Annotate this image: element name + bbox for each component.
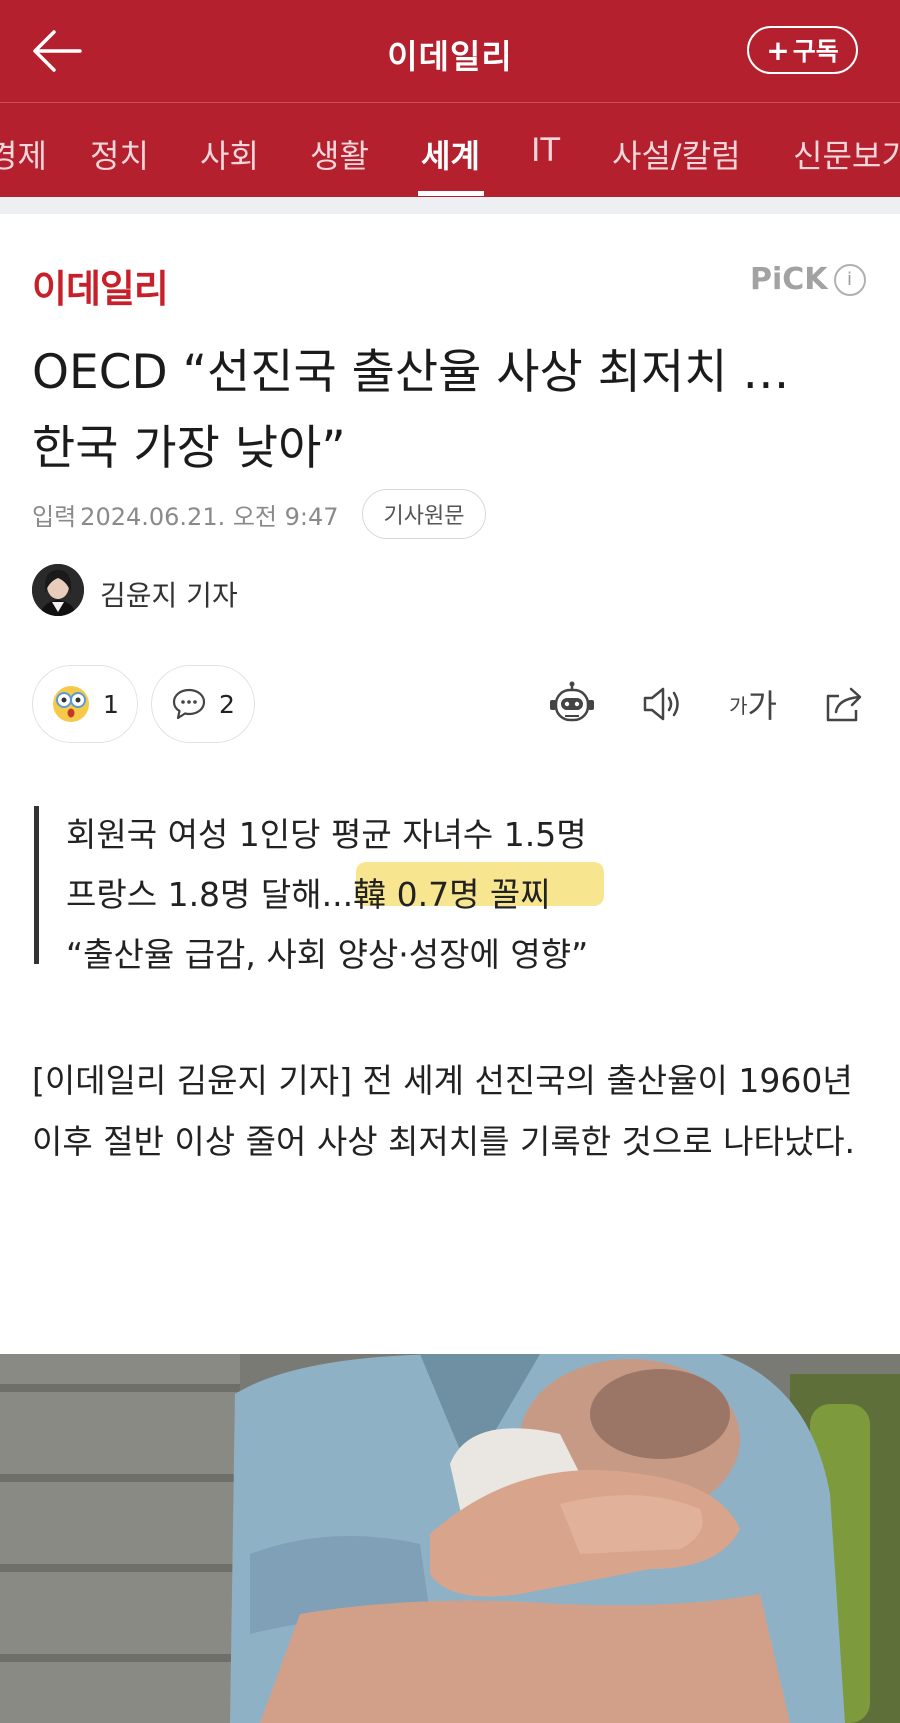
active-tab-indicator [418,191,484,196]
comment-button[interactable]: 2 [151,665,255,743]
summary-line-3: “출산율 급감, 사회 양상·성장에 영향” [66,935,589,974]
article-headline: OECD “선진국 출산율 사상 최저치 … 한국 가장 낮아” [32,335,882,487]
reporter-name[interactable]: 김윤지 기자 [100,574,238,614]
plus-icon: + [766,33,790,67]
ai-summary-button[interactable] [544,676,600,732]
nav-item-politics[interactable]: 정치 [90,131,149,177]
nav-item-world[interactable]: 세계 [421,131,480,177]
surprised-emoji-icon [53,686,90,722]
avatar[interactable] [32,564,84,616]
comment-count: 2 [219,689,235,719]
reporter-photo [32,564,84,616]
dateline: 입력 2024.06.21. 오전 9:47 [32,497,339,532]
article-photo[interactable] [0,1354,900,1723]
speaker-icon [643,687,679,721]
comment-icon [172,688,206,720]
info-icon: i [833,263,866,296]
robot-icon [550,681,594,722]
tts-button[interactable] [634,676,690,732]
subscribe-button[interactable]: + 구독 [747,26,858,74]
pick-label: PiCK [750,262,828,297]
share-button[interactable] [816,676,872,732]
app-header: 이데일리 + 구독 경제 정치 사회 생활 세계 IT 사설/칼럼 신문보기 [0,0,900,197]
headline-line-1: OECD “선진국 출산율 사상 최저치 … [32,345,790,400]
original-article-button[interactable]: 기사원문 [362,489,486,539]
summary-highlighted-text: 韓 0.7명 꼴찌 [353,875,551,914]
nav-item-editorial[interactable]: 사설/칼럼 [612,131,741,177]
summary-line-1: 회원국 여성 1인당 평균 자녀수 1.5명 [66,815,587,854]
top-bar: 이데일리 + 구독 [0,0,900,102]
font-size-button[interactable]: 가가 [722,676,784,732]
subscribe-label: 구독 [792,37,839,66]
date-value: 2024.06.21. 오전 9:47 [80,503,339,531]
nav-item-life[interactable]: 생활 [310,131,369,177]
font-small-glyph: 가 [729,693,748,718]
reaction-count: 1 [103,689,119,719]
summary-quote-bar [34,806,39,964]
nav-item-economy[interactable]: 경제 [0,131,47,177]
summary-line-2: 프랑스 1.8명 달해...韓 0.7명 꼴찌 [66,868,551,916]
newborn-photo [0,1354,900,1723]
nav-item-newspaper[interactable]: 신문보기 [793,131,900,177]
section-gap [0,197,900,214]
share-icon [826,687,862,722]
headline-line-2: 한국 가장 낮아” [32,421,346,476]
pick-badge[interactable]: PiCK i [750,262,866,297]
font-large-glyph: 가 [747,687,777,725]
summary-line-2-prefix: 프랑스 1.8명 달해... [66,875,354,914]
date-prefix: 입력 [32,503,77,531]
nav-item-it[interactable]: IT [531,131,560,169]
reaction-button[interactable]: 1 [32,665,138,743]
article-body-paragraph: [이데일리 김윤지 기자] 전 세계 선진국의 출산율이 1960년 이후 절반… [32,1061,856,1161]
nav-item-society[interactable]: 사회 [200,131,259,177]
category-nav: 경제 정치 사회 생활 세계 IT 사설/칼럼 신문보기 [0,103,900,197]
press-logo[interactable]: 이데일리 [32,258,169,313]
